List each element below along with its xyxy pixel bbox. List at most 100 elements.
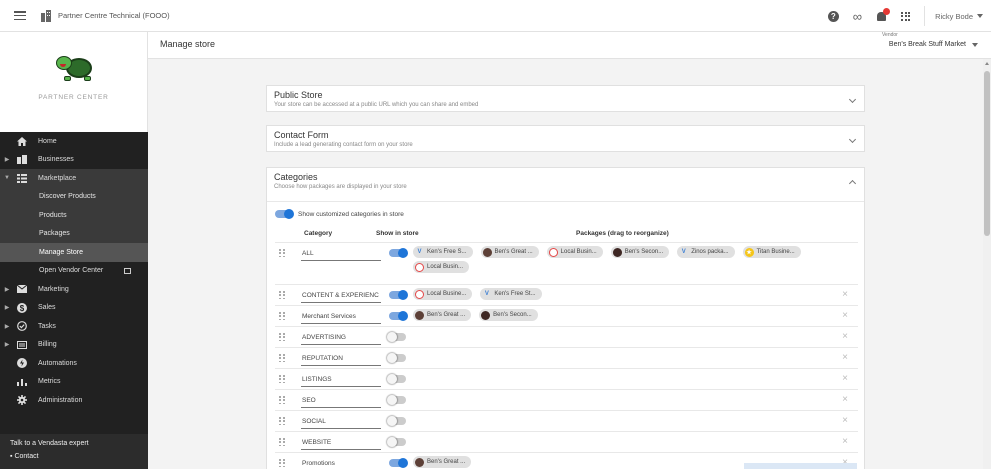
category-name-input[interactable]: Merchant Services	[301, 308, 381, 324]
chevron-up-icon[interactable]	[848, 179, 857, 188]
chevron-down-icon[interactable]	[848, 135, 857, 144]
category-name-input[interactable]: ALL	[301, 245, 381, 261]
page-scrollbar[interactable]	[983, 59, 991, 469]
remove-category-icon[interactable]: ×	[842, 374, 848, 384]
sidebar-item-automations[interactable]: Automations	[0, 354, 148, 373]
show-in-store-toggle[interactable]	[389, 289, 408, 300]
drag-handle-icon[interactable]	[279, 396, 285, 405]
remove-category-icon[interactable]: ×	[842, 416, 848, 426]
show-in-store-toggle[interactable]	[387, 352, 406, 363]
chevron-right-icon: ▶	[4, 342, 10, 349]
sidebar-item-packages[interactable]: Packages	[0, 224, 148, 243]
remove-category-icon[interactable]: ×	[842, 332, 848, 342]
show-in-store-toggle[interactable]	[387, 373, 406, 384]
panel-subtitle: Choose how packages are displayed in you…	[274, 184, 407, 190]
category-name-input[interactable]: SEO	[301, 392, 381, 408]
category-name-input[interactable]: CONTENT & EXPERIENC	[301, 287, 381, 303]
show-in-store-toggle[interactable]	[389, 247, 408, 258]
show-in-store-toggle[interactable]	[387, 331, 406, 342]
remove-category-icon[interactable]: ×	[842, 311, 848, 321]
show-in-store-toggle[interactable]	[387, 415, 406, 426]
scroll-up-icon[interactable]	[985, 62, 989, 65]
help-icon[interactable]: ?	[827, 10, 839, 22]
package-chip[interactable]: V Zinos packa...	[677, 246, 735, 258]
notification-bell-icon[interactable]	[876, 7, 891, 22]
remove-category-icon[interactable]: ×	[842, 290, 848, 300]
custom-categories-toggle[interactable]	[275, 208, 294, 219]
package-chip[interactable]: Ben's Secon...	[479, 309, 538, 321]
chevron-down-icon[interactable]	[848, 95, 857, 104]
category-name-input[interactable]: SOCIAL	[301, 413, 381, 429]
sidebar-item-discover-products[interactable]: Discover Products	[0, 187, 148, 206]
package-chip[interactable]: Local Busin...	[546, 246, 603, 258]
drag-handle-icon[interactable]	[279, 312, 285, 321]
contact-form-panel[interactable]: Contact Form Include a lead generating c…	[266, 125, 865, 152]
drag-handle-icon[interactable]	[279, 333, 285, 342]
sidebar-item-sales[interactable]: ▶ $ Sales	[0, 299, 148, 318]
building-icon	[16, 155, 28, 165]
show-in-store-toggle[interactable]	[387, 436, 406, 447]
category-name-input[interactable]: LISTINGS	[301, 371, 381, 387]
remove-category-icon[interactable]: ×	[842, 395, 848, 405]
package-chip[interactable]: Ben's Great ...	[413, 456, 472, 468]
talk-to-expert-link[interactable]: Talk to a Vendasta expert	[10, 440, 138, 447]
category-name-input[interactable]: REPUTATION	[301, 350, 381, 366]
panel-title: Public Store	[274, 90, 323, 100]
public-store-panel[interactable]: Public Store Your store can be accessed …	[266, 85, 865, 112]
chevron-right-icon: ▶	[4, 305, 10, 312]
sidebar-item-businesses[interactable]: ▶ Businesses	[0, 151, 148, 170]
grid-icon	[16, 173, 28, 183]
package-chip[interactable]: ★ Titan Busine...	[742, 246, 801, 258]
sidebar-item-tasks[interactable]: ▶ Tasks	[0, 317, 148, 336]
category-name-input[interactable]: WEBSITE	[301, 434, 381, 450]
package-label: Ben's Great ...	[427, 459, 466, 465]
drag-handle-icon[interactable]	[279, 291, 285, 300]
drag-handle-icon[interactable]	[279, 375, 285, 384]
sidebar-item-administration[interactable]: Administration	[0, 391, 148, 410]
show-in-store-toggle[interactable]	[389, 457, 408, 468]
package-chip[interactable]: V Ken's Free St...	[480, 288, 542, 300]
remove-category-icon[interactable]: ×	[842, 437, 848, 447]
vendor-select[interactable]: Ben's Break Stuff Market	[889, 41, 978, 48]
drag-handle-icon[interactable]	[279, 249, 285, 258]
drag-handle-icon[interactable]	[279, 354, 285, 363]
package-chip[interactable]: Ben's Great ...	[480, 246, 539, 258]
scrollbar-thumb[interactable]	[984, 71, 990, 236]
categories-panel: Categories Choose how packages are displ…	[266, 167, 865, 469]
sidebar-item-marketing[interactable]: ▶ Marketing	[0, 280, 148, 299]
sidebar: PARTNER CENTER Home ▶ Businesses ▼ Marke…	[0, 32, 148, 469]
sidebar-item-home[interactable]: Home	[0, 132, 148, 151]
show-in-store-toggle[interactable]	[387, 394, 406, 405]
apps-grid-icon[interactable]	[901, 11, 911, 21]
package-chip[interactable]: Ben's Great ...	[413, 309, 472, 321]
check-circle-icon	[16, 321, 28, 332]
panel-subtitle: Your store can be accessed at a public U…	[274, 102, 479, 108]
sidebar-item-manage-store[interactable]: Manage Store	[0, 243, 148, 262]
category-name-input[interactable]: Promotions	[301, 455, 381, 469]
org-name[interactable]: Partner Centre Technical (FOOO)	[58, 11, 170, 20]
sidebar-item-marketplace[interactable]: ▼ Marketplace	[0, 169, 148, 188]
drag-handle-icon[interactable]	[279, 438, 285, 447]
package-list: Local Busine... V Ken's Free St...	[413, 288, 843, 300]
remove-category-icon[interactable]: ×	[842, 353, 848, 363]
package-label: Ben's Great ...	[494, 249, 533, 255]
menu-icon[interactable]	[14, 11, 26, 20]
package-chip[interactable]: Ben's Secon...	[610, 246, 670, 258]
category-name-input[interactable]: ADVERTISING	[301, 329, 381, 345]
package-chip[interactable]: Local Busine...	[413, 288, 473, 300]
contact-link[interactable]: ▪ Contact	[10, 453, 138, 460]
show-in-store-toggle[interactable]	[389, 310, 408, 321]
brand-label: PARTNER CENTER	[38, 94, 109, 101]
drag-handle-icon[interactable]	[279, 417, 285, 426]
package-avatar-icon	[481, 310, 491, 320]
package-chip[interactable]: Local Busin...	[413, 261, 470, 273]
sidebar-item-open-vendor-center[interactable]: Open Vendor Center	[0, 261, 148, 280]
sidebar-item-metrics[interactable]: Metrics	[0, 373, 148, 392]
sidebar-item-billing[interactable]: ▶ Billing	[0, 336, 148, 355]
package-chip[interactable]: V Ken's Free S...	[413, 246, 473, 258]
sidebar-item-products[interactable]: Products	[0, 206, 148, 225]
infinity-icon[interactable]: ∞	[853, 10, 862, 23]
table-row: ADVERTISING ×	[275, 326, 858, 347]
user-menu[interactable]: Ricky Bode	[924, 6, 983, 26]
drag-handle-icon[interactable]	[279, 459, 285, 468]
